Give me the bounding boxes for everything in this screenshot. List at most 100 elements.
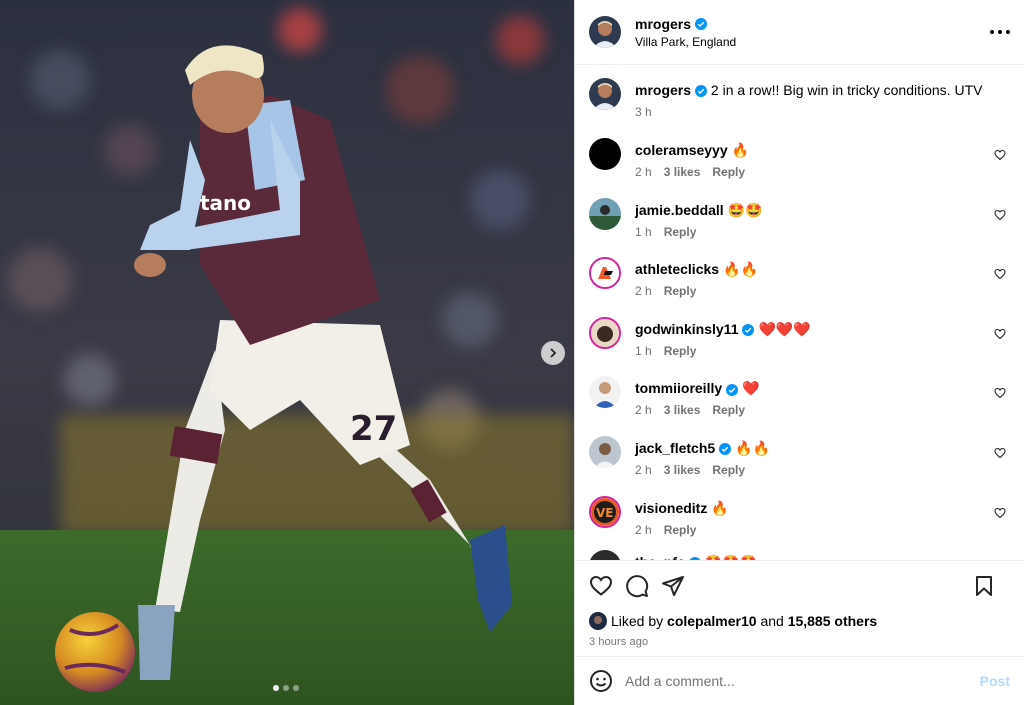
carousel-indicator bbox=[273, 685, 299, 691]
commenter-avatar[interactable] bbox=[589, 550, 621, 560]
heart-icon[interactable] bbox=[994, 447, 1006, 459]
liked-by-user[interactable]: colepalmer10 bbox=[667, 613, 757, 629]
comment-item: jack_fletch5 🔥🔥 2 h 3 likes Reply bbox=[589, 435, 1010, 496]
comment-text: 🔥 bbox=[711, 499, 729, 516]
comment-likes[interactable]: 3 likes bbox=[664, 165, 701, 179]
share-icon[interactable] bbox=[661, 574, 685, 598]
verified-badge-icon bbox=[695, 17, 708, 30]
author-avatar[interactable] bbox=[589, 78, 621, 110]
comment-time: 1 h bbox=[635, 343, 652, 358]
post-media[interactable]: 27 tano bbox=[0, 0, 574, 705]
comment-time: 2 h bbox=[635, 462, 652, 477]
comment-item: athleteclicks 🔥🔥 2 h Reply bbox=[589, 257, 1010, 317]
comment-time: 1 h bbox=[635, 224, 652, 239]
carousel-dot bbox=[273, 685, 279, 691]
svg-text:27: 27 bbox=[350, 409, 397, 449]
commenter-avatar[interactable] bbox=[589, 138, 621, 170]
post-actions: Liked by colepalmer10 and 15,885 others … bbox=[575, 560, 1024, 648]
add-comment-bar: Post bbox=[575, 656, 1024, 705]
comment-text: 🔥🔥 bbox=[735, 439, 771, 456]
heart-icon[interactable] bbox=[994, 268, 1006, 280]
carousel-next-button[interactable] bbox=[541, 341, 565, 365]
caption-text: 2 in a row!! Big win in tricky condition… bbox=[710, 82, 983, 98]
comment-time: 2 h bbox=[635, 284, 652, 299]
commenter-avatar[interactable] bbox=[589, 376, 621, 409]
heart-icon[interactable] bbox=[994, 149, 1006, 161]
commenter-avatar[interactable]: VE bbox=[589, 495, 621, 528]
heart-icon[interactable] bbox=[994, 507, 1006, 519]
comment-time: 2 h bbox=[635, 403, 652, 418]
reply-button[interactable]: Reply bbox=[712, 165, 745, 179]
author-username[interactable]: mrogers bbox=[635, 16, 691, 32]
comment-username[interactable]: visioneditz bbox=[635, 500, 707, 516]
comment-time: 2 h bbox=[635, 522, 652, 537]
comment-text: 🤩🤩 bbox=[727, 201, 763, 218]
caption: mrogers 2 in a row!! Big win in tricky c… bbox=[589, 78, 1010, 119]
comment-time: 2 h bbox=[635, 165, 652, 179]
comment-input[interactable] bbox=[625, 673, 980, 689]
carousel-dot bbox=[293, 685, 299, 691]
instagram-post: 27 tano mrogers Villa Park, England mrog… bbox=[0, 0, 1024, 705]
comment-item: coleramseyyy 🔥 2 h 3 likes Reply bbox=[589, 138, 1010, 198]
commenter-avatar[interactable] bbox=[589, 257, 621, 290]
more-options-button[interactable] bbox=[990, 24, 1010, 40]
comment-text: 🔥🔥 bbox=[723, 261, 758, 278]
caption-time: 3 h bbox=[635, 105, 652, 119]
liked-by-others[interactable]: 15,885 others bbox=[788, 613, 878, 629]
chevron-right-icon bbox=[550, 348, 557, 358]
comment-username[interactable]: athleteclicks bbox=[635, 261, 719, 277]
verified-badge-icon bbox=[726, 383, 739, 396]
heart-icon[interactable] bbox=[589, 574, 613, 598]
comment-item: tommiioreilly ❤️ 2 h 3 likes Reply bbox=[589, 376, 1010, 436]
reply-button[interactable]: Reply bbox=[664, 225, 697, 239]
verified-badge-icon bbox=[695, 85, 708, 98]
post-sidebar: mrogers Villa Park, England mrogers 2 in… bbox=[574, 0, 1024, 705]
svg-text:VE: VE bbox=[596, 506, 613, 520]
comment-likes[interactable]: 3 likes bbox=[664, 463, 701, 477]
more-icon bbox=[990, 30, 994, 34]
comments-list[interactable]: mrogers 2 in a row!! Big win in tricky c… bbox=[575, 66, 1024, 560]
carousel-dot bbox=[283, 685, 289, 691]
post-location[interactable]: Villa Park, England bbox=[635, 35, 736, 49]
commenter-avatar[interactable] bbox=[589, 435, 621, 468]
liked-by-prefix: Liked by bbox=[611, 613, 664, 629]
author-avatar[interactable] bbox=[589, 16, 621, 48]
heart-icon[interactable] bbox=[994, 328, 1006, 340]
svg-text:tano: tano bbox=[200, 191, 251, 215]
comment-text: 🔥 bbox=[731, 142, 750, 158]
likes-summary: Liked by colepalmer10 and 15,885 others bbox=[589, 612, 1010, 630]
post-photo: 27 tano bbox=[0, 0, 574, 705]
comment-username[interactable]: jack_fletch5 bbox=[635, 440, 715, 456]
comment-item-partial: the_pfc🤩🤩🤩 bbox=[589, 550, 757, 560]
reply-button[interactable]: Reply bbox=[712, 403, 745, 417]
liked-by-joiner: and bbox=[760, 613, 784, 629]
comment-username[interactable]: godwinkinsly11 bbox=[635, 321, 738, 337]
comment-item: VE visioneditz 🔥 2 h Reply bbox=[589, 495, 1010, 556]
reply-button[interactable]: Reply bbox=[664, 344, 697, 358]
reply-button[interactable]: Reply bbox=[664, 284, 697, 298]
comment-username[interactable]: jamie.beddall bbox=[635, 202, 724, 218]
comment-item: godwinkinsly11 ❤️❤️❤️ 1 h Reply bbox=[589, 316, 1010, 377]
verified-badge-icon bbox=[719, 443, 732, 456]
comment-username[interactable]: coleramseyyy bbox=[635, 142, 728, 158]
comment-text: ❤️ bbox=[742, 380, 760, 397]
comment-item: jamie.beddall 🤩🤩 1 h Reply bbox=[589, 197, 1010, 258]
comment-icon[interactable] bbox=[625, 574, 649, 598]
comment-username[interactable]: tommiioreilly bbox=[635, 380, 722, 396]
comment-likes[interactable]: 3 likes bbox=[664, 403, 701, 417]
caption-username[interactable]: mrogers bbox=[635, 82, 691, 98]
post-comment-button[interactable]: Post bbox=[980, 673, 1010, 689]
post-header: mrogers Villa Park, England bbox=[575, 0, 1024, 65]
reply-button[interactable]: Reply bbox=[664, 523, 697, 537]
reply-button[interactable]: Reply bbox=[712, 463, 745, 477]
verified-badge-icon bbox=[742, 324, 755, 337]
emoji-icon[interactable] bbox=[589, 669, 613, 693]
heart-icon[interactable] bbox=[994, 209, 1006, 221]
commenter-avatar[interactable] bbox=[589, 197, 621, 230]
save-icon[interactable] bbox=[972, 574, 996, 598]
post-timestamp[interactable]: 3 hours ago bbox=[589, 636, 1010, 648]
comment-text: ❤️❤️❤️ bbox=[758, 320, 811, 337]
liker-avatar[interactable] bbox=[589, 612, 607, 630]
commenter-avatar[interactable] bbox=[589, 316, 621, 349]
heart-icon[interactable] bbox=[994, 387, 1006, 399]
